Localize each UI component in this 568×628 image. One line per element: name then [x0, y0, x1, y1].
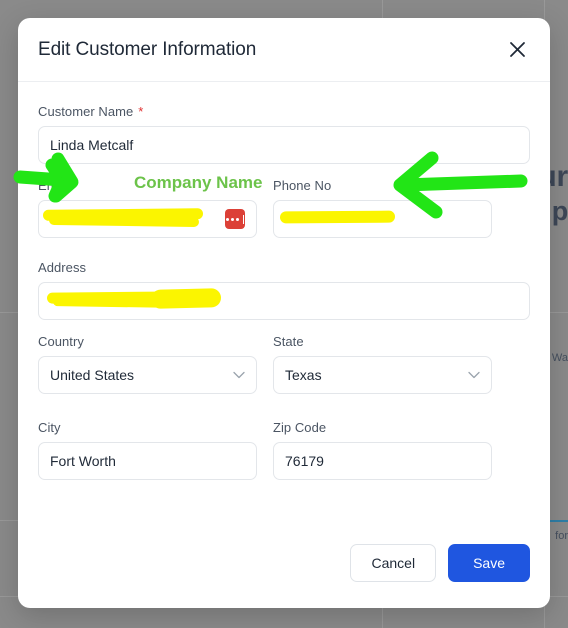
background-caption-one: Wa	[551, 352, 568, 364]
input-customer-name-value: Linda Metcalf	[50, 137, 134, 153]
dialog-body: Customer Name * Linda Metcalf Email Phon…	[18, 82, 550, 534]
background-caption-two: for	[555, 530, 568, 542]
dialog-title: Edit Customer Information	[38, 38, 257, 60]
label-country: Country	[38, 334, 84, 349]
required-asterisk: *	[138, 104, 144, 119]
redaction-stroke-address	[46, 291, 188, 304]
select-country-value: United States	[50, 367, 135, 383]
label-customer-name: Customer Name *	[38, 104, 530, 119]
redaction-stroke-phone	[279, 210, 396, 224]
redaction-stroke-email	[48, 214, 200, 228]
label-email: Email	[38, 178, 71, 193]
input-phone-no[interactable]	[273, 200, 492, 238]
input-zip-code[interactable]: 76179	[273, 442, 492, 480]
label-address: Address	[38, 260, 87, 275]
background-heading-secondary: p	[551, 196, 568, 226]
edit-customer-dialog: Edit Customer Information Customer Name *…	[18, 18, 550, 608]
input-email[interactable]	[38, 200, 257, 238]
label-customer-name-text: Customer Name	[38, 104, 134, 119]
label-zip-code: Zip Code	[273, 420, 327, 435]
field-email: Email	[38, 178, 257, 238]
redaction-stroke-address	[52, 297, 179, 308]
field-phone-no: Phone No	[273, 178, 492, 238]
row-city-zip: City Fort Worth Zip Code 76179	[38, 420, 530, 494]
field-zip-code: Zip Code 76179	[273, 420, 492, 480]
field-state: State Texas	[273, 334, 492, 394]
input-zip-code-value: 76179	[285, 453, 324, 469]
label-state: State	[273, 334, 304, 349]
dialog-footer: Cancel Save	[18, 534, 550, 608]
label-phone-no: Phone No	[273, 178, 332, 193]
redaction-stroke-address	[150, 288, 222, 309]
select-state[interactable]: Texas	[273, 356, 492, 394]
field-city: City Fort Worth	[38, 420, 257, 480]
save-button[interactable]: Save	[448, 544, 530, 582]
select-country[interactable]: United States	[38, 356, 257, 394]
close-dialog-button[interactable]	[502, 35, 532, 65]
field-address: Address	[38, 260, 530, 320]
redaction-stroke-email	[42, 208, 204, 221]
row-country-state: Country United States State Texas	[38, 334, 530, 408]
chevron-down-icon	[233, 371, 245, 379]
chevron-down-icon	[468, 371, 480, 379]
input-customer-name[interactable]: Linda Metcalf	[38, 126, 530, 164]
row-email-phone: Email Phone No	[38, 178, 530, 252]
field-country: Country United States	[38, 334, 257, 394]
select-state-value: Texas	[285, 367, 322, 383]
password-manager-icon[interactable]	[225, 209, 245, 229]
close-x-icon	[509, 42, 525, 57]
cancel-button[interactable]: Cancel	[350, 544, 437, 582]
label-city: City	[38, 420, 61, 435]
input-city[interactable]: Fort Worth	[38, 442, 257, 480]
dialog-header: Edit Customer Information	[18, 18, 550, 82]
input-city-value: Fort Worth	[50, 453, 116, 469]
input-address[interactable]	[38, 282, 530, 320]
field-customer-name: Customer Name * Linda Metcalf	[38, 104, 530, 164]
